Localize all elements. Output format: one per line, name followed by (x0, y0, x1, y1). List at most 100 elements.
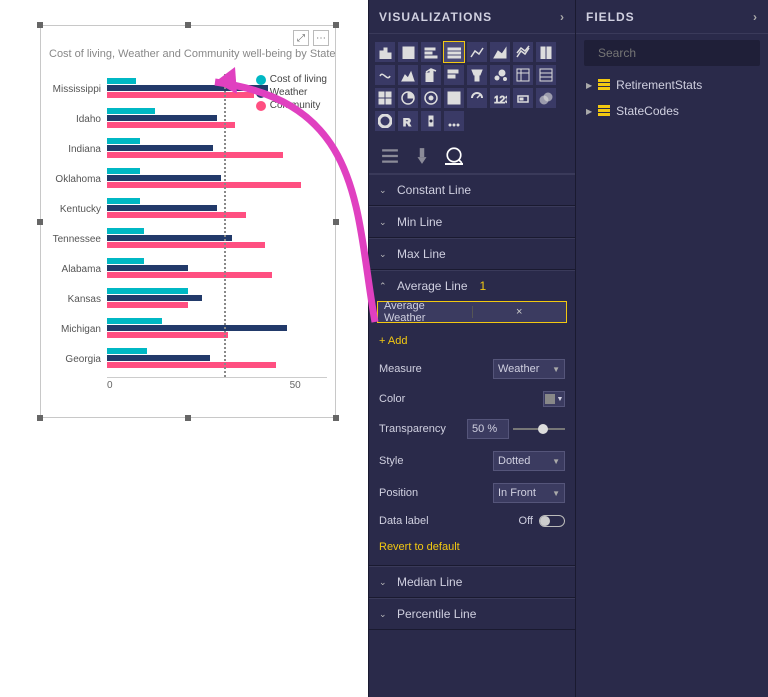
bar[interactable] (107, 205, 217, 211)
visual-type-icon[interactable] (398, 42, 418, 62)
bar[interactable] (107, 258, 144, 264)
visual-type-icon[interactable] (375, 65, 395, 85)
bar-group (107, 168, 327, 189)
bar[interactable] (107, 198, 140, 204)
analytics-tab-icon[interactable] (445, 147, 463, 165)
field-table[interactable]: ▶RetirementStats (576, 72, 768, 98)
fields-tab-icon[interactable] (381, 147, 399, 165)
visual-type-icon[interactable] (375, 88, 395, 108)
datalabel-toggle[interactable] (539, 515, 565, 527)
bar[interactable] (107, 362, 276, 368)
bar[interactable] (107, 318, 162, 324)
collapse-icon[interactable]: › (753, 10, 758, 24)
chart-plot-area: 0 50 MississippiIdahoIndianaOklahomaKent… (41, 74, 335, 395)
bar[interactable] (107, 272, 272, 278)
fields-header[interactable]: FIELDS › (576, 0, 768, 34)
bar[interactable] (107, 168, 140, 174)
visual-type-icon[interactable] (444, 88, 464, 108)
bar[interactable] (107, 85, 268, 91)
bar[interactable] (107, 265, 188, 271)
focus-mode-icon[interactable]: ⤢ (293, 30, 309, 46)
bar[interactable] (107, 122, 235, 128)
min-line-card[interactable]: ⌄Min Line (369, 207, 575, 237)
bar[interactable] (107, 325, 287, 331)
chart-visual[interactable]: ⤢ ⋯ Cost of living, Weather and Communit… (40, 25, 336, 418)
constant-line-card[interactable]: ⌄Constant Line (369, 175, 575, 205)
visual-type-icon[interactable] (467, 42, 487, 62)
visual-type-icon[interactable] (490, 42, 510, 62)
chart-title: Cost of living, Weather and Community we… (41, 48, 335, 64)
visual-type-icon[interactable] (490, 65, 510, 85)
visual-type-icon[interactable] (467, 88, 487, 108)
transparency-slider[interactable] (513, 428, 565, 430)
average-line-card[interactable]: ⌃ Average Line 1 (369, 271, 575, 301)
revert-to-default[interactable]: Revert to default (369, 533, 575, 565)
bar[interactable] (107, 182, 301, 188)
visual-type-icon[interactable] (421, 42, 441, 62)
bar[interactable] (107, 242, 265, 248)
visual-type-icon[interactable] (421, 65, 441, 85)
visual-type-icon[interactable] (444, 111, 464, 131)
more-options-icon[interactable]: ⋯ (313, 30, 329, 46)
transparency-input[interactable]: 50 % (467, 419, 509, 439)
visual-type-icon[interactable] (398, 88, 418, 108)
bar[interactable] (107, 152, 283, 158)
bar[interactable] (107, 355, 210, 361)
resize-handle[interactable] (185, 415, 191, 421)
visual-type-icon[interactable] (421, 88, 441, 108)
median-line-card[interactable]: ⌄Median Line (369, 567, 575, 597)
resize-handle[interactable] (185, 22, 191, 28)
visual-type-icon[interactable] (398, 65, 418, 85)
resize-handle[interactable] (37, 22, 43, 28)
visual-type-icon[interactable] (513, 65, 533, 85)
average-line-item[interactable]: Average Weather × (377, 301, 567, 323)
bar[interactable] (107, 78, 136, 84)
bar[interactable] (107, 138, 140, 144)
format-tab-icon[interactable] (413, 147, 431, 165)
visual-type-icon[interactable] (536, 42, 556, 62)
visual-type-icon[interactable] (375, 111, 395, 131)
add-line-button[interactable]: + Add (369, 329, 575, 353)
bar[interactable] (107, 332, 228, 338)
bar[interactable] (107, 175, 221, 181)
bar[interactable] (107, 295, 202, 301)
visual-type-icon[interactable] (375, 42, 395, 62)
fields-search-input[interactable] (598, 46, 753, 60)
visual-type-icon[interactable] (444, 65, 464, 85)
visualizations-header[interactable]: VISUALIZATIONS › (369, 0, 575, 34)
bar[interactable] (107, 145, 213, 151)
bar[interactable] (107, 302, 188, 308)
visual-type-icon[interactable] (536, 88, 556, 108)
bar[interactable] (107, 288, 188, 294)
fields-search[interactable] (584, 40, 760, 66)
report-canvas[interactable]: ⤢ ⋯ Cost of living, Weather and Communit… (0, 0, 368, 697)
bar[interactable] (107, 108, 155, 114)
bar[interactable] (107, 235, 232, 241)
style-dropdown[interactable]: Dotted▼ (493, 451, 565, 471)
collapse-icon[interactable]: › (560, 10, 565, 24)
max-line-card[interactable]: ⌄Max Line (369, 239, 575, 269)
resize-handle[interactable] (37, 415, 43, 421)
color-picker[interactable]: ▼ (543, 391, 565, 407)
visual-type-icon[interactable] (467, 65, 487, 85)
bar[interactable] (107, 348, 147, 354)
bar[interactable] (107, 92, 254, 98)
resize-handle[interactable] (333, 22, 339, 28)
resize-handle[interactable] (333, 415, 339, 421)
visual-type-icon[interactable] (513, 88, 533, 108)
field-table[interactable]: ▶StateCodes (576, 98, 768, 124)
visual-type-icon[interactable] (513, 42, 533, 62)
visual-type-icon[interactable] (536, 65, 556, 85)
panel-title: FIELDS (586, 10, 635, 24)
visual-type-icon[interactable]: 123 (490, 88, 510, 108)
visual-type-icon[interactable] (421, 111, 441, 131)
position-dropdown[interactable]: In Front▼ (493, 483, 565, 503)
bar[interactable] (107, 115, 217, 121)
visual-type-icon[interactable] (444, 42, 464, 62)
measure-dropdown[interactable]: Weather▼ (493, 359, 565, 379)
average-line-name[interactable]: Average Weather (378, 300, 472, 324)
bar[interactable] (107, 228, 144, 234)
remove-line-icon[interactable]: × (472, 306, 567, 318)
visual-type-icon[interactable]: R (398, 111, 418, 131)
percentile-line-card[interactable]: ⌄Percentile Line (369, 599, 575, 629)
